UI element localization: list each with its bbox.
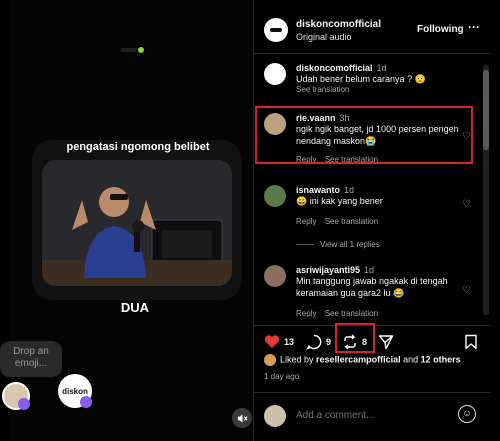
comment-icon	[306, 334, 322, 350]
reel-viewer: pengatasi ngomong belibet DUA Drop an em…	[0, 0, 500, 441]
avatar[interactable]	[264, 354, 276, 366]
liked-by-others[interactable]: 12 others	[421, 354, 461, 364]
video-scene	[42, 160, 232, 286]
highlight-box	[255, 106, 473, 164]
avatar[interactable]	[264, 265, 286, 287]
scrollbar-thumb[interactable]	[483, 70, 489, 150]
comment-actions: Reply See translation	[296, 217, 384, 226]
bookmark-icon	[465, 334, 477, 350]
sticker-badge-icon	[80, 396, 92, 408]
avatar[interactable]	[264, 185, 286, 207]
heart-icon[interactable]: ♡	[462, 285, 471, 296]
reply-link[interactable]: Reply	[296, 217, 316, 226]
comment-text: Min tanggung jawab ngakak di tengah kera…	[296, 276, 448, 298]
comment-count: 9	[326, 337, 332, 347]
see-translation-link[interactable]: See translation	[325, 309, 378, 318]
avatar	[264, 405, 286, 427]
avatar[interactable]	[264, 63, 286, 85]
following-button[interactable]: Following	[417, 24, 464, 35]
post-header: diskoncomofficial Original audio Followi…	[254, 10, 491, 54]
post-username[interactable]: diskoncomofficial	[296, 19, 381, 30]
post-age: 1 day ago	[264, 372, 300, 381]
liked-by: Liked by resellercampofficial and 12 oth…	[264, 354, 489, 366]
comment-username[interactable]: isnawanto 1d	[296, 185, 354, 195]
share-button[interactable]	[378, 334, 394, 350]
comments-list: diskoncomofficial 1d Udah bener belum car…	[254, 55, 491, 325]
comment-username[interactable]: diskoncomofficial 1d	[296, 63, 387, 73]
emoji-icon[interactable]: ☺	[458, 405, 476, 423]
comment-time: 1d	[364, 265, 375, 275]
view-replies-link[interactable]: View all 1 replies	[296, 240, 380, 249]
drop-emoji-hint[interactable]: Drop an emoji...	[0, 341, 62, 377]
avatar[interactable]	[264, 18, 288, 42]
heart-icon[interactable]: ♡	[462, 199, 471, 210]
highlight-box	[335, 323, 375, 353]
mute-button[interactable]	[232, 408, 252, 428]
heart-filled-icon	[264, 335, 280, 348]
see-translation-link[interactable]: See translation	[296, 85, 349, 94]
comment-time: 1d	[344, 185, 355, 195]
post-panel: diskoncomofficial Original audio Followi…	[253, 0, 491, 441]
brand-logo	[121, 47, 144, 53]
see-translation-link[interactable]: See translation	[325, 217, 378, 226]
add-comment-bar: ☺	[254, 392, 491, 436]
sticker-badge-icon	[18, 398, 30, 410]
liked-by-user[interactable]: resellercampofficial	[316, 354, 401, 364]
like-count: 13	[284, 336, 295, 347]
reply-link[interactable]: Reply	[296, 309, 316, 318]
comment-actions: Reply See translation	[296, 309, 384, 318]
video-bottom-text: DUA	[120, 300, 150, 315]
comment-button[interactable]: 9	[306, 334, 331, 350]
brand-avatar-logo	[265, 19, 287, 41]
comment-time: 1d	[376, 63, 387, 73]
comment-username[interactable]: asriwijayanti95 1d	[296, 265, 374, 275]
comment-input[interactable]	[296, 410, 446, 421]
speaker-muted-icon	[237, 413, 248, 423]
audio-label[interactable]: Original audio	[296, 32, 352, 42]
send-icon	[378, 335, 394, 350]
comment-text: 😀 ini kak yang bener	[296, 196, 383, 206]
comment-text: Udah bener belum caranya ? 😟	[296, 74, 426, 84]
brand-sticker-text: diskon	[62, 387, 88, 396]
save-button[interactable]	[464, 334, 478, 350]
more-options-icon[interactable]: ···	[468, 20, 480, 34]
like-button[interactable]: 13	[264, 334, 294, 349]
comment-actions: See translation	[296, 85, 355, 94]
video-caption: pengatasi ngomong belibet	[66, 141, 210, 153]
